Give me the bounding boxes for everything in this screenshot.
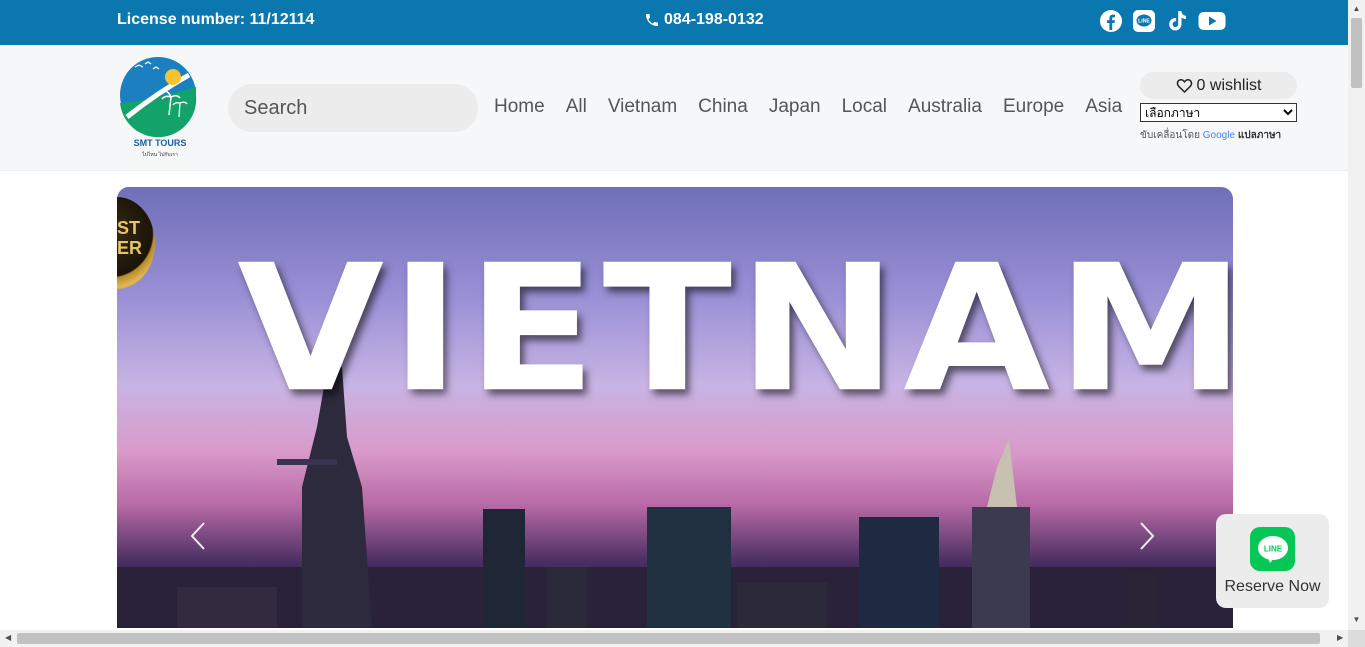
nav-japan[interactable]: Japan — [769, 96, 821, 118]
google-translate-credit: ขับเคลื่อนโดย Google แปลภาษา — [1140, 128, 1281, 143]
search-input[interactable] — [228, 84, 478, 132]
heart-icon — [1176, 78, 1192, 93]
nav-all[interactable]: All — [566, 96, 587, 118]
nav-local[interactable]: Local — [842, 96, 887, 118]
powered-prefix: ขับเคลื่อนโดย — [1140, 130, 1200, 141]
carousel-prev-button[interactable] — [190, 521, 210, 553]
top-bar: License number: 11/12114 084-198-0132 LI… — [0, 0, 1348, 45]
wishlist-label: 0 wishlist — [1196, 76, 1262, 94]
reserve-now-widget[interactable]: LINE Reserve Now — [1216, 514, 1329, 608]
horizontal-scrollbar[interactable]: ◀ ▶ — [0, 630, 1348, 647]
line-chat-icon: LINE — [1250, 527, 1295, 571]
nav-vietnam[interactable]: Vietnam — [608, 96, 677, 118]
nav-australia[interactable]: Australia — [908, 96, 982, 118]
hero-carousel[interactable]: VIETNAM ST ER — [117, 187, 1233, 628]
line-icon[interactable]: LINE — [1132, 9, 1156, 33]
facebook-icon[interactable] — [1099, 9, 1123, 33]
svg-text:LINE: LINE — [1138, 19, 1150, 25]
nav-europe[interactable]: Europe — [1003, 96, 1064, 118]
scroll-up-arrow[interactable]: ▲ — [1352, 4, 1361, 13]
translate-link[interactable]: แปลภาษา — [1238, 130, 1281, 141]
scroll-left-arrow[interactable]: ◀ — [5, 633, 11, 642]
youtube-icon[interactable] — [1198, 9, 1226, 33]
logo-text: SMT TOURS — [134, 138, 187, 148]
google-text: Google — [1202, 130, 1236, 141]
scrollbar-corner — [1348, 630, 1365, 647]
site-header: SMT TOURS ไปไหน ไปกับเรา Home All Vietna… — [0, 45, 1348, 171]
language-select[interactable]: เลือกภาษา — [1140, 103, 1297, 122]
line-icon-text: LINE — [1263, 545, 1282, 554]
google-logo[interactable]: Google — [1203, 130, 1235, 141]
chevron-left-icon — [190, 522, 205, 550]
social-links: LINE — [1099, 9, 1226, 33]
carousel-next-button[interactable] — [1139, 521, 1159, 553]
wishlist-button[interactable]: 0 wishlist — [1140, 72, 1297, 99]
reserve-now-label: Reserve Now — [1224, 578, 1321, 595]
phone-link[interactable]: 084-198-0132 — [644, 11, 764, 29]
hero-title: VIETNAM — [237, 227, 1233, 431]
scroll-right-arrow[interactable]: ▶ — [1337, 633, 1343, 642]
nav-asia[interactable]: Asia — [1085, 96, 1122, 118]
main-nav: Home All Vietnam China Japan Local Austr… — [494, 96, 1143, 118]
vertical-scroll-thumb[interactable] — [1351, 18, 1362, 88]
scroll-down-arrow[interactable]: ▼ — [1352, 615, 1361, 624]
logo-tagline: ไปไหน ไปกับเรา — [141, 151, 178, 158]
phone-icon — [646, 14, 658, 26]
badge-text: ST ER — [117, 218, 143, 258]
nav-home[interactable]: Home — [494, 96, 545, 118]
horizontal-scroll-thumb[interactable] — [17, 633, 1320, 644]
vertical-scrollbar[interactable]: ▲ ▼ — [1348, 0, 1365, 647]
chevron-right-icon — [1140, 522, 1155, 550]
site-logo[interactable]: SMT TOURS ไปไหน ไปกับเรา — [117, 57, 199, 161]
nav-china[interactable]: China — [698, 96, 748, 118]
license-number: License number: 11/12114 — [117, 11, 315, 28]
phone-number: 084-198-0132 — [664, 11, 764, 28]
tiktok-icon[interactable] — [1165, 9, 1189, 33]
